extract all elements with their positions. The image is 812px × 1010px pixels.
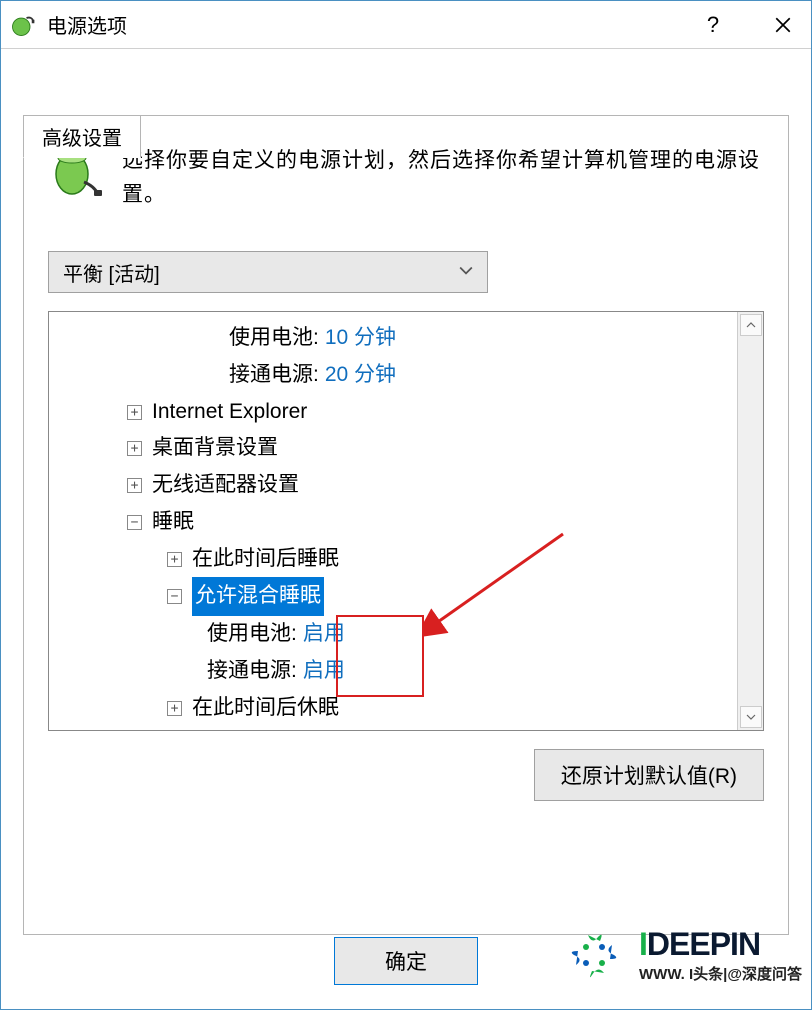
hybrid-plugged-label: 接通电源: — [207, 653, 297, 690]
tree-row-ie[interactable]: + Internet Explorer — [49, 394, 763, 431]
tree-row-hybrid-sleep[interactable]: − 允许混合睡眠 — [49, 577, 763, 616]
hybrid-battery-value[interactable]: 启用 — [303, 616, 345, 653]
help-button[interactable]: ? — [693, 5, 733, 45]
expand-icon[interactable]: + — [127, 405, 142, 420]
ok-button[interactable]: 确定 — [334, 937, 478, 985]
tree-row-sleep[interactable]: − 睡眠 — [49, 504, 763, 541]
tree-row-battery-time[interactable]: 使用电池: 10 分钟 — [49, 320, 763, 357]
expand-icon[interactable]: + — [167, 552, 182, 567]
tree-row-desktop-bg[interactable]: + 桌面背景设置 — [49, 430, 763, 467]
tab-panel: 选择你要自定义的电源计划，然后选择你希望计算机管理的电源设置。 平衡 [活动] … — [23, 115, 789, 935]
restore-defaults-button[interactable]: 还原计划默认值(R) — [534, 749, 764, 801]
expand-icon[interactable]: + — [127, 441, 142, 456]
tree-row-wireless[interactable]: + 无线适配器设置 — [49, 467, 763, 504]
wireless-label: 无线适配器设置 — [152, 467, 299, 504]
chevron-down-icon — [459, 263, 473, 281]
collapse-icon[interactable]: − — [127, 515, 142, 530]
expand-icon[interactable]: + — [127, 478, 142, 493]
plugged-label: 接通电源: — [229, 357, 319, 394]
close-button[interactable] — [763, 5, 803, 45]
tab-container: 高级设置 选择你要自定义的电源计划，然后选择你希望计算机管理的电源设置 — [23, 115, 789, 935]
battery-value[interactable]: 10 分钟 — [325, 320, 396, 357]
hybrid-plugged-value[interactable]: 启用 — [303, 653, 345, 690]
window-title: 电源选项 — [47, 10, 693, 39]
sleep-after-label: 在此时间后睡眠 — [192, 541, 339, 578]
plugged-value[interactable]: 20 分钟 — [325, 357, 396, 394]
power-options-icon — [9, 11, 37, 39]
settings-tree-container: 使用电池: 10 分钟 接通电源: 20 分钟 + Internet Explo… — [48, 311, 764, 731]
dialog-buttons: 确定 — [1, 937, 811, 985]
hybrid-battery-label: 使用电池: — [207, 616, 297, 653]
tree-row-plugged-time[interactable]: 接通电源: 20 分钟 — [49, 357, 763, 394]
tree-row-hybrid-battery[interactable]: 使用电池: 启用 — [49, 616, 763, 653]
tab-advanced-settings[interactable]: 高级设置 — [23, 115, 141, 158]
hybrid-sleep-label: 允许混合睡眠 — [192, 577, 324, 616]
settings-tree: 使用电池: 10 分钟 接通电源: 20 分钟 + Internet Explo… — [49, 312, 763, 731]
tree-row-sleep-after[interactable]: + 在此时间后睡眠 — [49, 541, 763, 578]
power-plan-select[interactable]: 平衡 [活动] — [48, 251, 488, 293]
hibernate-after-label: 在此时间后休眠 — [192, 690, 339, 727]
sleep-label: 睡眠 — [152, 504, 194, 541]
battery-label: 使用电池: — [229, 320, 319, 357]
scroll-down-icon[interactable] — [740, 706, 762, 728]
description-row: 选择你要自定义的电源计划，然后选择你希望计算机管理的电源设置。 — [48, 144, 764, 211]
titlebar-buttons: ? — [693, 5, 803, 45]
scroll-up-icon[interactable] — [740, 314, 762, 336]
titlebar: 电源选项 ? — [1, 1, 811, 49]
collapse-icon[interactable]: − — [167, 589, 182, 604]
desktop-bg-label: 桌面背景设置 — [152, 430, 278, 467]
dialog-window: 电源选项 ? 高级设置 — [0, 0, 812, 1010]
plan-select-value: 平衡 [活动] — [63, 258, 160, 287]
restore-row: 还原计划默认值(R) — [48, 749, 764, 801]
ie-label: Internet Explorer — [152, 394, 307, 431]
scrollbar[interactable] — [737, 312, 763, 730]
content-area: 高级设置 选择你要自定义的电源计划，然后选择你希望计算机管理的电源设置 — [1, 49, 811, 1009]
expand-icon[interactable]: + — [167, 701, 182, 716]
description-text: 选择你要自定义的电源计划，然后选择你希望计算机管理的电源设置。 — [122, 144, 764, 211]
tree-row-hybrid-plugged[interactable]: 接通电源: 启用 — [49, 653, 763, 690]
tree-row-hibernate-after[interactable]: + 在此时间后休眠 — [49, 690, 763, 727]
